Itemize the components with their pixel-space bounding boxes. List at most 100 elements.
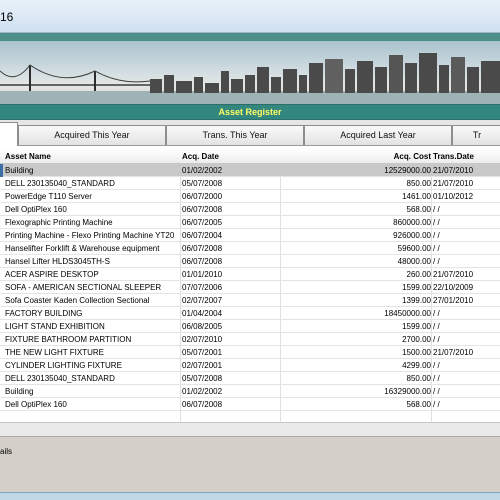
cell-acq-cost: 1500.00: [402, 348, 431, 357]
cell-trans-date: 22/10/2009: [433, 283, 474, 292]
cell-trans-date: 21/07/2010: [433, 348, 474, 357]
cell-acq-date: 01/02/2002: [182, 166, 223, 175]
column-header-acq-date[interactable]: Acq. Date: [182, 150, 280, 164]
cell-trans-date: 27/01/2010: [433, 296, 474, 305]
column-header-acq-cost[interactable]: Acq. Cost: [282, 150, 431, 164]
table-row[interactable]: Dell OptiPlex 160 06/07/2008 568.00 / /: [0, 203, 500, 216]
cell-asset-name: Building: [5, 387, 34, 396]
tab-acquired-this-year[interactable]: Acquired This Year: [18, 125, 166, 145]
cell-trans-date: 21/07/2010: [433, 179, 474, 188]
cell-acq-date: 06/07/2008: [182, 257, 223, 266]
table-row[interactable]: Dell OptiPlex 160 06/07/2008 568.00 / /: [0, 398, 500, 411]
tab-trans-last-year[interactable]: Tr: [452, 125, 500, 145]
table-row[interactable]: Building 01/02/2002 12529000.00 21/07/20…: [0, 164, 500, 177]
cell-asset-name: SOFA - AMERICAN SECTIONAL SLEEPER: [5, 283, 162, 292]
cell-acq-cost: 1399.00: [402, 296, 431, 305]
details-panel: ails: [0, 436, 500, 492]
tab-strip: Acquired This Year Trans. This Year Acqu…: [0, 120, 500, 146]
cell-trans-date: / /: [433, 374, 440, 383]
cell-asset-name: ACER ASPIRE DESKTOP: [5, 270, 99, 279]
horizontal-scrollbar[interactable]: [0, 422, 500, 436]
cell-acq-cost: 568.00: [406, 205, 431, 214]
table-row[interactable]: LIGHT STAND EXHIBITION 06/08/2005 1599.0…: [0, 320, 500, 333]
cell-acq-date: 01/02/2002: [182, 387, 223, 396]
table-row[interactable]: THE NEW LIGHT FIXTURE 05/07/2001 1500.00…: [0, 346, 500, 359]
cell-acq-cost: 12529000.00: [384, 166, 431, 175]
cell-trans-date: 21/07/2010: [433, 166, 474, 175]
cell-acq-date: 06/08/2005: [182, 322, 223, 331]
cell-trans-date: 01/10/2012: [433, 192, 474, 201]
cell-asset-name: Hansel Lifter HLDS3045TH-S: [5, 257, 110, 266]
window-bottom-border: [0, 492, 500, 500]
cell-acq-cost: 1461.00: [402, 192, 431, 201]
cell-trans-date: / /: [433, 257, 440, 266]
cell-asset-name: FIXTURE BATHROOM PARTITION: [5, 335, 132, 344]
cell-acq-cost: 260.00: [406, 270, 431, 279]
cell-acq-date: 01/04/2004: [182, 309, 223, 318]
table-row[interactable]: Sofa Coaster Kaden Collection Sectional …: [0, 294, 500, 307]
city-skyline-icon: [0, 53, 500, 104]
cell-asset-name: DELL 230135040_STANDARD: [5, 374, 115, 383]
column-header-trans-date[interactable]: Trans.Date: [433, 150, 500, 164]
cell-acq-date: 05/07/2008: [182, 374, 223, 383]
table-row[interactable]: FACTORY BUILDING 01/04/2004 18450000.00 …: [0, 307, 500, 320]
cell-trans-date: / /: [433, 309, 440, 318]
cell-acq-date: 06/07/2005: [182, 218, 223, 227]
cell-asset-name: CYLINDER LIGHTING FIXTURE: [5, 361, 122, 370]
cell-asset-name: FACTORY BUILDING: [5, 309, 83, 318]
cell-trans-date: / /: [433, 387, 440, 396]
table-row[interactable]: Printing Machine - Flexo Printing Machin…: [0, 229, 500, 242]
table-row[interactable]: DELL 230135040_STANDARD 05/07/2008 850.0…: [0, 372, 500, 385]
header-accent-bar: [0, 33, 500, 41]
table-row[interactable]: Hansel Lifter HLDS3045TH-S 06/07/2008 48…: [0, 255, 500, 268]
cell-acq-date: 02/07/2001: [182, 361, 223, 370]
cell-acq-cost: 850.00: [406, 374, 431, 383]
cell-acq-cost: 860000.00: [393, 218, 431, 227]
asset-register-header: Asset Register: [0, 104, 500, 120]
cell-asset-name: Flexographic Printing Machine: [5, 218, 113, 227]
cell-acq-cost: 926000.00: [393, 231, 431, 240]
cell-acq-date: 06/07/2004: [182, 231, 223, 240]
asset-register-title: Asset Register: [218, 107, 282, 117]
cell-asset-name: THE NEW LIGHT FIXTURE: [5, 348, 104, 357]
cell-acq-cost: 4299.00: [402, 361, 431, 370]
cell-asset-name: Dell OptiPlex 160: [5, 205, 67, 214]
cell-asset-name: Hanselifter Forklift & Warehouse equipme…: [5, 244, 160, 253]
tab-all[interactable]: [0, 122, 18, 146]
cell-acq-date: 07/07/2006: [182, 283, 223, 292]
column-header-asset-name[interactable]: Asset Name: [5, 150, 180, 164]
cell-trans-date: / /: [433, 244, 440, 253]
cell-acq-cost: 1599.00: [402, 283, 431, 292]
cell-acq-cost: 2700.00: [402, 335, 431, 344]
table-row[interactable]: PowerEdge T110 Server 06/07/2000 1461.00…: [0, 190, 500, 203]
table-row[interactable]: SOFA - AMERICAN SECTIONAL SLEEPER 07/07/…: [0, 281, 500, 294]
table-row[interactable]: CYLINDER LIGHTING FIXTURE 02/07/2001 429…: [0, 359, 500, 372]
table-row[interactable]: Flexographic Printing Machine 06/07/2005…: [0, 216, 500, 229]
cell-acq-date: 05/07/2008: [182, 179, 223, 188]
cell-asset-name: LIGHT STAND EXHIBITION: [5, 322, 105, 331]
cell-trans-date: 21/07/2010: [433, 270, 474, 279]
cell-asset-name: Sofa Coaster Kaden Collection Sectional: [5, 296, 150, 305]
cell-trans-date: / /: [433, 400, 440, 409]
cell-acq-cost: 568.00: [406, 400, 431, 409]
cell-asset-name: DELL 230135040_STANDARD: [5, 179, 115, 188]
cell-asset-name: Printing Machine - Flexo Printing Machin…: [5, 231, 175, 240]
table-row[interactable]: FIXTURE BATHROOM PARTITION 02/07/2010 27…: [0, 333, 500, 346]
cell-trans-date: / /: [433, 205, 440, 214]
cell-acq-date: 06/07/2008: [182, 205, 223, 214]
cell-trans-date: / /: [433, 231, 440, 240]
cell-acq-date: 06/07/2008: [182, 244, 223, 253]
table-row[interactable]: Building 01/02/2002 16329000.00 / /: [0, 385, 500, 398]
details-label: ails: [0, 447, 13, 456]
table-row[interactable]: Hanselifter Forklift & Warehouse equipme…: [0, 242, 500, 255]
tab-trans-this-year[interactable]: Trans. This Year: [166, 125, 304, 145]
table-header: Asset Name Acq. Date Acq. Cost Trans.Dat…: [0, 150, 500, 164]
table-row[interactable]: DELL 230135040_STANDARD 05/07/2008 850.0…: [0, 177, 500, 190]
cell-acq-date: 06/07/2008: [182, 400, 223, 409]
cell-acq-date: 02/07/2007: [182, 296, 223, 305]
tab-acquired-last-year[interactable]: Acquired Last Year: [304, 125, 452, 145]
cell-acq-cost: 16329000.00: [384, 387, 431, 396]
cell-trans-date: / /: [433, 361, 440, 370]
cell-acq-date: 02/07/2010: [182, 335, 223, 344]
table-row[interactable]: ACER ASPIRE DESKTOP 01/01/2010 260.00 21…: [0, 268, 500, 281]
